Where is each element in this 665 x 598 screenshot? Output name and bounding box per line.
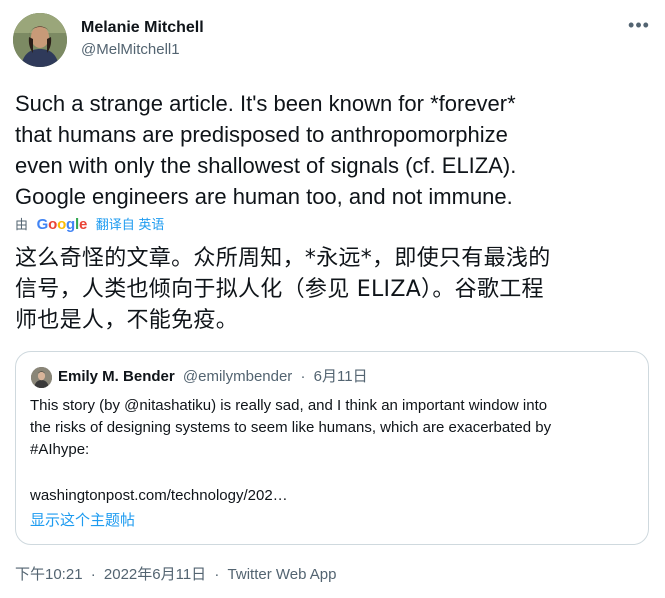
tweet-date[interactable]: 2022年6月11日 (104, 566, 206, 583)
footer-separator: · (90, 566, 96, 583)
quoted-author-handle[interactable]: @emilymbender (183, 368, 292, 385)
translated-text-line: 信号，人类也倾向于拟人化（参见 ELIZA）。谷歌工程 (15, 277, 544, 302)
quoted-date[interactable]: 6月11日 (314, 368, 368, 385)
author-name[interactable]: Melanie Mitchell (81, 18, 204, 38)
tweet-source[interactable]: Twitter Web App (228, 566, 337, 583)
quoted-article-link[interactable]: washingtonpost.com/technology/202… (30, 485, 288, 507)
translated-text: 这么奇怪的文章。众所周知，*永远*，即使只有最浅的 信号，人类也倾向于拟人化（参… (15, 243, 655, 336)
quoted-separator: · (300, 368, 306, 385)
quoted-author-name[interactable]: Emily M. Bender (58, 368, 175, 385)
translated-text-line: 师也是人，不能免疫。 (15, 308, 239, 333)
quoted-text-line: This story (by @nitashatiku) is really s… (30, 397, 548, 414)
more-options-icon[interactable]: ••• (626, 16, 652, 38)
footer-separator: · (214, 566, 220, 583)
quoted-header: Emily M. Bender @emilymbender · 6月11日 (58, 367, 368, 387)
tweet-time[interactable]: 下午10:21 (15, 566, 83, 583)
tweet: Melanie Mitchell @MelMitchell1 ••• Such … (0, 0, 665, 598)
tweet-text-line: Such a strange article. It's been known … (15, 91, 516, 116)
quoted-tweet[interactable]: Emily M. Bender @emilymbender · 6月11日 Th… (15, 351, 649, 545)
show-thread-link[interactable]: 显示这个主题帖 (30, 510, 135, 532)
quoted-text: This story (by @nitashatiku) is really s… (30, 395, 640, 461)
translate-source-link[interactable]: 翻译自 英语 (96, 217, 165, 232)
tweet-text-line: that humans are predisposed to anthropom… (15, 122, 508, 147)
quoted-avatar-photo (31, 367, 52, 388)
tweet-text: Such a strange article. It's been known … (15, 88, 645, 212)
tweet-text-line: even with only the shallowest of signals… (15, 153, 517, 178)
translation-attribution: 由 Google 翻译自 英语 (15, 215, 164, 235)
author-avatar[interactable] (13, 13, 67, 67)
google-logo: Google (36, 216, 88, 233)
quoted-text-line: the risks of designing systems to seem l… (30, 419, 552, 436)
avatar-photo (13, 13, 67, 67)
translated-text-line: 这么奇怪的文章。众所周知，*永远*，即使只有最浅的 (15, 246, 551, 271)
quoted-text-line: #AIhype: (30, 441, 90, 458)
quoted-author-avatar[interactable] (31, 367, 52, 388)
tweet-text-line: Google engineers are human too, and not … (15, 184, 513, 209)
tweet-footer: 下午10:21 · 2022年6月11日 · Twitter Web App (15, 565, 336, 585)
author-handle[interactable]: @MelMitchell1 (81, 40, 180, 60)
translated-by-label: 由 (15, 217, 29, 232)
